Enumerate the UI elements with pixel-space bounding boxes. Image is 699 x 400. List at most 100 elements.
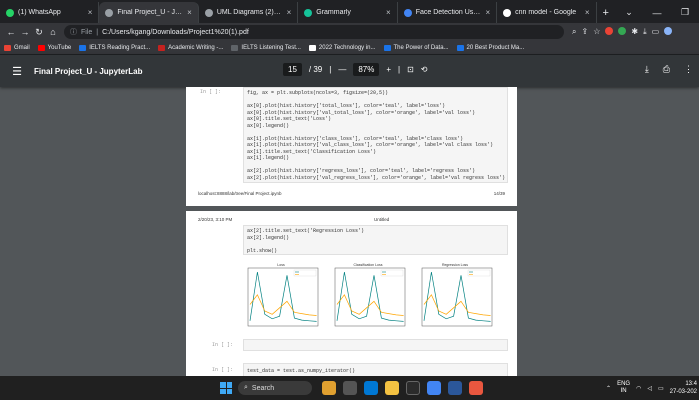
taskbar-search[interactable]: ⌕ Search [238,381,312,395]
minimize-icon[interactable]: — [643,8,671,18]
file-explorer-icon[interactable] [385,381,399,395]
volume-icon[interactable]: ◁ [647,385,652,392]
back-icon[interactable]: ← [4,27,18,37]
bookmark-label: The Power of Data... [393,44,449,51]
close-tab-icon[interactable]: × [88,8,93,17]
tab-favicon-icon [6,8,14,17]
bookmark-item[interactable]: YouTube [37,44,71,51]
plot-legend [293,269,317,277]
download-icon[interactable]: ⤓ [645,64,649,75]
chrome-icon[interactable] [427,381,441,395]
extension-icon[interactable] [618,27,627,35]
code-block: ax[2].title.set_text('Regression Loss') a… [244,226,507,256]
bookmark-favicon-icon [308,44,316,51]
wifi-icon[interactable]: ◠ [636,385,641,392]
browser-tab[interactable]: UML Diagrams (2).pdf × [199,2,299,23]
close-tab-icon[interactable]: × [585,8,590,17]
app-icon[interactable] [469,381,483,395]
battery-icon[interactable]: ▭ [658,385,664,392]
bookmark-label: Gmail [14,44,30,51]
forward-icon[interactable]: → [18,27,32,37]
bookmark-item[interactable]: IELTS Listening Test... [231,44,301,51]
browser-toolbar: ← → ↻ ⌂ ⓘ File | C:/Users/kgang/Download… [0,23,699,41]
reload-icon[interactable]: ↻ [32,27,46,38]
close-tab-icon[interactable]: × [287,8,292,17]
plot-legend [380,269,404,277]
plot-legend [467,269,491,277]
share-icon[interactable]: ⇪ [581,27,588,37]
avatar[interactable] [664,27,673,35]
chevron-down-icon[interactable]: ⌄ [615,7,643,18]
widgets-icon[interactable] [322,381,336,395]
bookmark-label: IELTS Listening Test... [241,44,301,51]
system-tray: ⌃ ENG IN ◠ ◁ ▭ 13:4 27-03-202 [606,380,697,396]
tab-label: (1) WhatsApp [18,9,61,16]
search-icon: ⌕ [244,384,248,391]
bookmark-favicon-icon [37,44,45,51]
puzzle-icon[interactable]: ✱ [631,27,638,37]
plot-title: Loss [277,263,285,267]
bookmark-item[interactable]: Gmail [4,44,30,51]
search-icon[interactable]: ⌕ [572,27,576,37]
bookmark-favicon-icon [158,44,166,51]
browser-tab[interactable]: cnn model - Google × [497,2,597,23]
language-indicator[interactable]: ENG IN [617,381,630,395]
pdf-title: Final Project_U - JupyterLab [34,66,143,76]
task-view-icon[interactable] [343,381,357,395]
code-line: ax[1].plot(hist.history['val_class_loss'… [247,142,494,148]
bookmark-item[interactable]: 20 Best Product Ma... [456,44,524,51]
browser-tab[interactable]: Final Project_U - Jupyt × [99,2,199,23]
maximize-icon[interactable]: ❐ [671,7,699,18]
empty-code-cell[interactable] [243,339,508,351]
separator: | [398,65,401,74]
plot-title: Classification Loss [354,263,383,267]
pdf-actions: ⤓ ⎙ ⋮ [645,64,693,75]
browser-tab[interactable]: Grammarly × [298,2,398,23]
close-tab-icon[interactable]: × [386,8,391,17]
fit-page-icon[interactable]: ⊡ [407,65,414,74]
close-tab-icon[interactable]: × [485,8,490,17]
star-icon[interactable]: ☆ [593,27,600,37]
windows-start-icon[interactable] [220,382,232,394]
zoom-input[interactable]: 87% [353,63,380,76]
code-cell: ax[2].title.set_text('Regression Loss') a… [243,225,508,255]
print-icon[interactable]: ⎙ [663,64,670,75]
pdf-page: 2/20/23, 3:10 PM Untitled ax[2].title.se… [186,211,517,379]
info-icon: ⓘ [70,29,77,36]
tab-favicon-icon [304,8,313,17]
zoom-out-button[interactable]: — [338,65,346,74]
bookmark-label: Academic Writing -... [168,44,224,51]
sidepanel-icon[interactable]: ▭ [652,27,660,37]
word-icon[interactable] [448,381,462,395]
browser-tab[interactable]: Face Detection Using × [398,2,498,23]
clock[interactable]: 13:4 27-03-202 [670,380,697,396]
rotate-icon[interactable]: ⟲ [421,65,428,74]
new-tab-button[interactable]: + [597,2,615,23]
menu-icon[interactable]: ☰ [0,65,34,78]
chevron-up-icon[interactable]: ⌃ [606,385,611,392]
browser-tab[interactable]: (1) WhatsApp × [0,2,100,23]
page-number-input[interactable]: 15 [283,63,302,76]
loss-plot: Regression Loss [416,261,494,333]
plot-svg: Loss [247,263,319,327]
page-header-title: Untitled [374,217,390,222]
extension-icon[interactable] [605,27,614,35]
val-series-line [249,294,317,316]
download-icon[interactable]: ⤓ [643,27,647,37]
address-bar[interactable]: ⓘ File | C:/Users/kgang/Downloads/Projec… [64,25,564,39]
zoom-in-button[interactable]: + [386,65,391,74]
bookmarks-bar: Gmail YouTube IELTS Reading Pract... Academ… [0,41,699,55]
edge-icon[interactable] [364,381,378,395]
more-icon[interactable]: ⋮ [684,64,693,75]
home-icon[interactable]: ⌂ [46,27,60,37]
store-icon[interactable] [406,381,420,395]
taskbar-apps [322,381,483,395]
bookmark-item[interactable]: 2022 Technology in... [308,44,376,51]
bookmark-item[interactable]: IELTS Reading Pract... [79,44,150,51]
bookmark-favicon-icon [4,44,11,51]
loss-plot: Classification Loss [329,261,407,333]
close-tab-icon[interactable]: × [187,8,192,17]
bookmark-item[interactable]: The Power of Data... [383,44,449,51]
cell-prompt: In [ ]: [212,367,234,373]
bookmark-item[interactable]: Academic Writing -... [158,44,224,51]
